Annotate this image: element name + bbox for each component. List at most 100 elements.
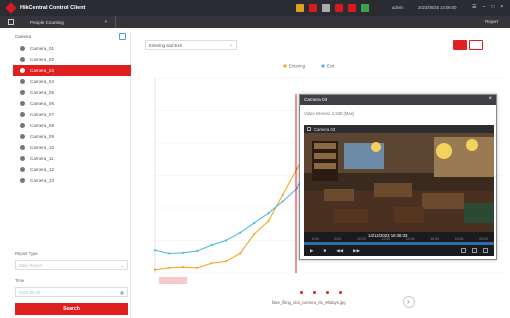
camera-icon [20,57,25,62]
popup-title: Camera 03 [304,97,328,102]
message-icon[interactable] [348,4,356,12]
report-type-select[interactable]: Daily Report ⌄ [15,260,128,270]
window-controls: ☰ – □ × [472,4,503,10]
data-point[interactable] [210,262,213,265]
timeline-tick: 12:00 [381,237,391,241]
data-point[interactable] [267,219,270,223]
camera-item[interactable]: Camera_02 [13,54,131,65]
close-icon[interactable]: × [500,4,503,10]
timeline-ticks: 6:00 8:00 10:00 12:00 14:00 16:00 18:00 20:00 [312,237,488,241]
data-point[interactable] [224,260,228,263]
tab-close-icon[interactable]: ▾ [105,19,107,25]
page-dot[interactable] [326,291,329,294]
data-point[interactable] [238,252,242,255]
stop-icon[interactable]: ■ [323,248,326,254]
left-panel: Camera Camera_01 Camera_02 Camera_03 Camera… [13,32,131,318]
camera-item[interactable]: Camera_11 [13,153,131,164]
data-point[interactable] [224,239,228,242]
notification-icon[interactable] [309,4,317,12]
data-point[interactable] [153,249,157,252]
data-point[interactable] [182,266,185,269]
play-icon[interactable]: ▶ [310,248,313,254]
camera-label: Camera_12 [30,167,55,172]
timeline-track[interactable] [304,242,494,245]
data-point[interactable] [253,221,256,225]
capture-icon[interactable] [461,248,466,253]
event-icon[interactable] [335,4,343,12]
time-field[interactable]: 2023-06-26 ▦ [15,287,128,297]
data-point[interactable] [281,193,284,197]
page-dot[interactable] [313,291,316,294]
home-icon[interactable] [8,19,14,25]
camera-item[interactable]: Camera_05 [13,87,131,98]
pagination-dots [300,291,342,294]
page-dot[interactable] [339,291,342,294]
camera-label: Camera_04 [30,79,55,84]
maximize-icon[interactable]: □ [491,4,494,10]
status-icon[interactable] [361,4,369,12]
close-icon[interactable]: × [488,96,492,102]
camera-label: Camera_07 [30,112,55,117]
tab-label: People Counting [30,19,64,25]
device-icon[interactable] [322,4,330,12]
camera-item[interactable]: Camera_03 [13,65,131,76]
minimize-icon[interactable]: – [482,4,485,10]
data-point[interactable] [168,252,171,255]
camera-item[interactable]: Camera_10 [13,142,131,153]
camera-item[interactable]: Camera_04 [13,76,131,87]
edit-icon[interactable] [119,33,126,40]
video-controls: 13/12/2023 16:38:33 6:00 8:00 10:00 12:00 14… [304,232,494,256]
data-point[interactable] [182,251,185,254]
fullscreen-icon[interactable] [483,248,488,253]
camera-label: Camera_11 [30,156,54,161]
data-point[interactable] [253,232,256,236]
checkbox-icon[interactable] [307,127,311,131]
record-icon[interactable] [472,248,477,253]
timeline-tick: 10:00 [356,237,366,241]
camera-label: Camera_01 [30,46,55,51]
data-point[interactable] [196,249,199,252]
title-bar: HikCentral Control Client admin 2023/06/… [0,0,510,16]
data-point[interactable] [210,243,213,247]
forward-icon[interactable]: ▶▶ [353,248,360,254]
next-button[interactable] [403,296,415,308]
tab-people-counting[interactable]: People Counting ▾ [20,16,116,28]
user-name[interactable]: admin [392,5,403,10]
camera-icon [20,79,25,84]
data-point[interactable] [196,266,199,269]
data-point[interactable] [168,266,171,269]
camera-item[interactable]: Camera_12 [13,164,131,175]
video-player[interactable]: Camera 03 13/12/2023 16:38:33 6:00 8:00 … [304,125,494,256]
camera-item[interactable]: Camera_07 [13,109,131,120]
calendar-icon[interactable]: ▦ [120,290,124,295]
series-line-exit [154,155,312,255]
camera-item[interactable]: Camera_08 [13,120,131,131]
report-button[interactable]: Report [485,19,498,24]
menu-icon[interactable]: ☰ [472,4,476,10]
report-type-label: Report Type [15,251,38,256]
camera-item[interactable]: Camera_13 [13,175,131,186]
camera-item[interactable]: Camera_09 [13,131,131,142]
file-name: fake_filing_slot_camera_01_90days.jpg [272,300,346,305]
data-point[interactable] [281,200,284,203]
camera-icon [20,145,25,150]
camera-item[interactable]: Camera_06 [13,98,131,109]
data-point[interactable] [153,268,157,271]
camera-label: Camera_03 [30,68,55,73]
data-point[interactable] [267,212,270,215]
search-button[interactable]: Search [15,303,128,315]
app-name: HikCentral Control Client [20,5,86,11]
legend-label: Exit [327,64,335,69]
report-type-value: Daily Report [19,263,43,268]
timeline-tick: 20:00 [479,237,488,241]
camera-label: Camera_13 [30,178,55,183]
camera-item[interactable]: Camera_01 [13,43,131,54]
camera-icon [20,68,25,73]
rewind-icon[interactable]: ◀◀ [336,248,343,254]
popup-header: Camera 03 × [300,95,496,105]
alarm-icon[interactable] [296,4,304,12]
page-dot[interactable] [300,291,303,294]
data-point[interactable] [238,231,242,234]
camera-list: Camera_01 Camera_02 Camera_03 Camera_04 Came… [13,43,131,186]
popup-meta: Video Interval: 2,530 (Max) [304,111,355,116]
